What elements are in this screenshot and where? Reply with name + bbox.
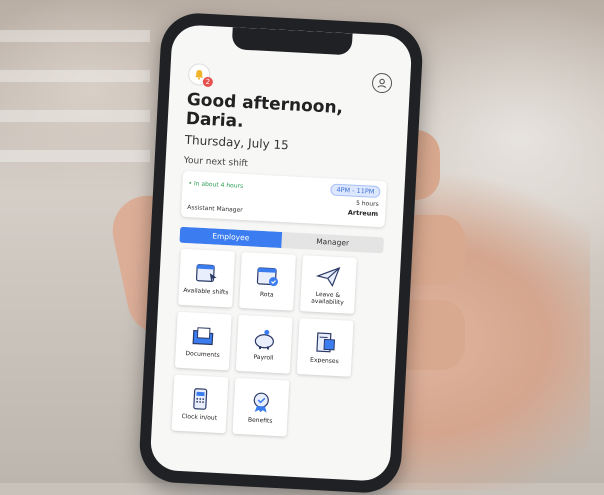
shift-role: Assistant Manager: [187, 204, 243, 214]
phone-notch: [232, 27, 353, 55]
calendar-pointer-icon: [193, 260, 220, 285]
tile-expenses[interactable]: Expenses: [297, 318, 354, 377]
tile-label: Available shifts: [183, 287, 228, 296]
notification-badge: 2: [203, 77, 214, 88]
user-icon: [376, 77, 389, 90]
piggy-bank-icon: [251, 327, 278, 352]
tile-label: Benefits: [248, 417, 273, 425]
greeting-heading: Good afternoon, Daria.: [185, 91, 397, 140]
phone-device: 2 Good afternoon, Daria. Thursday, July …: [138, 11, 424, 494]
calendar-check-icon: [254, 264, 281, 289]
tile-rota[interactable]: Rota: [239, 252, 296, 311]
profile-button[interactable]: [372, 73, 393, 94]
next-shift-label: Your next shift: [183, 156, 248, 169]
tab-manager[interactable]: Manager: [281, 232, 384, 253]
shift-location: Artreum: [348, 208, 379, 218]
tile-label: Payroll: [253, 354, 273, 362]
tile-benefits[interactable]: Benefits: [232, 378, 289, 437]
tile-available-shifts[interactable]: Available shifts: [178, 249, 235, 308]
tab-employee[interactable]: Employee: [179, 227, 282, 248]
notifications-button[interactable]: 2: [188, 63, 211, 86]
folder-icon: [190, 323, 217, 348]
tile-label: Rota: [260, 291, 274, 299]
feature-grid: Available shifts Rota Leave & availabili…: [172, 249, 357, 440]
tile-label: Documents: [185, 350, 220, 359]
tile-label: Clock in/out: [181, 413, 217, 422]
window-blind-slat: [0, 70, 150, 82]
next-shift-card[interactable]: • In about 4 hours 4PM - 11PM 5 hours As…: [181, 171, 387, 228]
date-label: Thursday, July 15: [184, 133, 289, 152]
paper-plane-icon: [315, 263, 342, 288]
window-blind-slat: [0, 110, 150, 122]
award-badge-icon: [248, 390, 275, 415]
tile-documents[interactable]: Documents: [175, 312, 232, 371]
shift-time-badge: 4PM - 11PM: [330, 184, 381, 199]
tile-label: Leave & availability: [300, 290, 355, 307]
receipt-icon: [312, 330, 339, 355]
keypad-phone-icon: [187, 386, 214, 411]
tile-leave-availability[interactable]: Leave & availability: [300, 255, 357, 314]
tile-label: Expenses: [310, 357, 339, 365]
app-screen: 2 Good afternoon, Daria. Thursday, July …: [149, 24, 412, 482]
tile-clock-in-out[interactable]: Clock in/out: [172, 375, 229, 434]
window-blind-slat: [0, 30, 150, 42]
shift-starts-in: • In about 4 hours: [188, 180, 243, 190]
shift-duration: 5 hours: [356, 200, 379, 208]
tile-payroll[interactable]: Payroll: [236, 315, 293, 374]
